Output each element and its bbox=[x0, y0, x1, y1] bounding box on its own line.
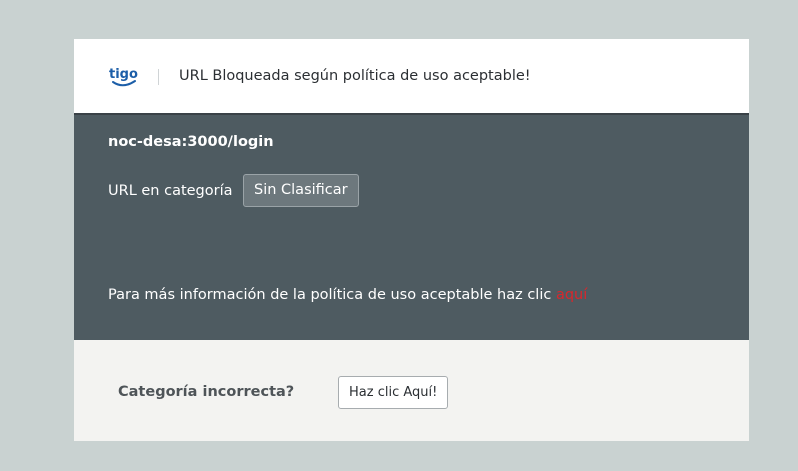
blocked-page-card: tigo URL Bloqueada según política de uso… bbox=[74, 39, 749, 441]
blocked-url: noc-desa:3000/login bbox=[108, 134, 274, 150]
feedback-section: Categoría incorrecta? Haz clic Aquí! bbox=[74, 340, 749, 441]
category-label: URL en categoría bbox=[108, 183, 233, 199]
blocked-info-panel: noc-desa:3000/login URL en categoría Sin… bbox=[74, 115, 749, 340]
svg-text:tigo: tigo bbox=[109, 67, 138, 82]
header-divider bbox=[158, 69, 159, 85]
page-header: tigo URL Bloqueada según política de uso… bbox=[74, 39, 749, 115]
report-category-button[interactable]: Haz clic Aquí! bbox=[338, 376, 449, 409]
policy-text-label: Para más información de la política de u… bbox=[108, 287, 556, 303]
tigo-logo: tigo bbox=[108, 62, 140, 90]
policy-text: Para más información de la política de u… bbox=[108, 287, 587, 303]
policy-link[interactable]: aquí bbox=[556, 287, 587, 303]
page-title: URL Bloqueada según política de uso acep… bbox=[179, 68, 531, 84]
tigo-logo-icon: tigo bbox=[109, 67, 138, 87]
wrong-category-question: Categoría incorrecta? bbox=[118, 384, 295, 400]
category-button[interactable]: Sin Clasificar bbox=[243, 174, 359, 207]
